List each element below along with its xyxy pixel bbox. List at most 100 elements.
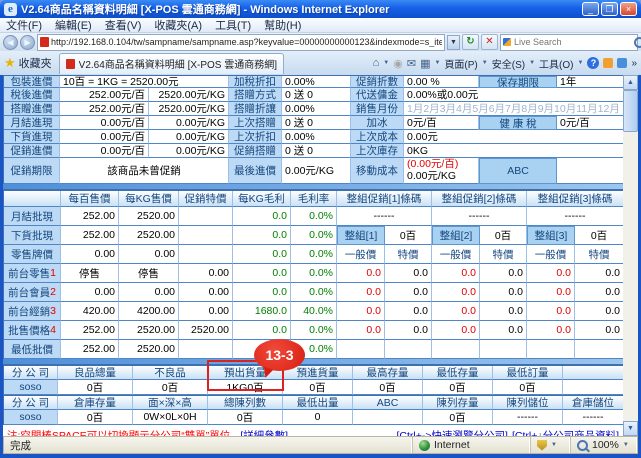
row-label: 稅後進價	[4, 88, 60, 102]
table-row: 月結批現 252.00 2520.00 0.0 0.0% ------ ------ ----…	[4, 207, 623, 226]
group-promo-1-button[interactable]: 整組[1]	[337, 226, 385, 245]
column-header: 促銷特價	[179, 191, 233, 207]
table-row: soso 0百 0百 1KG0百 0百 0百 0百 0百	[4, 380, 623, 395]
menu-tools[interactable]: 工具(T)	[215, 17, 251, 33]
address-dropdown-button[interactable]: ▼	[447, 34, 460, 50]
search-magnifier-icon[interactable]	[634, 36, 641, 48]
cell: 停售	[119, 264, 179, 283]
page-menu-caret[interactable]: ▼	[482, 60, 488, 66]
status-frame: 完成 Internet ▼ 100% ▼	[0, 436, 641, 454]
abc-button[interactable]: ABC	[479, 158, 557, 184]
mail-icon[interactable]: ✉	[407, 57, 416, 70]
scroll-thumb[interactable]	[623, 90, 638, 132]
address-input[interactable]	[51, 37, 442, 47]
menu-bar: 文件(F) 編輯(E) 查看(V) 收藏夾(A) 工具(T) 幫助(H)	[0, 18, 641, 33]
column-header: 最低訂量	[493, 366, 563, 380]
stop-button[interactable]: ✕	[481, 34, 498, 50]
cell: 0.0	[575, 283, 623, 302]
menu-favorites[interactable]: 收藏夾(A)	[154, 17, 202, 33]
zoom-control[interactable]: 100% ▼	[571, 437, 637, 453]
zoom-level: 100%	[592, 439, 619, 451]
page-menu-button[interactable]: 頁面(P)	[444, 56, 477, 71]
shortcut-link-branch-product[interactable]: [Ctrl+↓分公司商品資料]	[512, 428, 619, 436]
cell: 0.0	[527, 264, 575, 283]
cell: 0.0	[337, 321, 385, 340]
cell: 0.0	[233, 245, 291, 264]
toolbar-overflow-chevron[interactable]: »	[631, 58, 637, 69]
back-button[interactable]: ◀	[3, 34, 18, 50]
column-header: 面×深×高	[133, 396, 208, 410]
address-field[interactable]	[37, 33, 445, 51]
sub-header: 特價	[575, 245, 623, 264]
column-header: 陳列存量	[423, 396, 493, 410]
sub-header: 一般價	[337, 245, 385, 264]
shortcut-link-browse-branch[interactable]: [Ctrl+->快速瀏覽分公司]	[397, 428, 508, 436]
print-dropdown[interactable]: ▼	[434, 60, 440, 66]
row-label: 促銷搭贈	[229, 144, 282, 158]
cell: 2520.00	[119, 321, 179, 340]
cell: 40.0%	[291, 302, 337, 321]
sub-header: 特價	[385, 245, 432, 264]
branch-name: soso	[4, 410, 58, 425]
cell	[385, 340, 432, 359]
protected-mode-indicator[interactable]: ▼	[531, 437, 571, 453]
vertical-scrollbar[interactable]: ▲ ▼	[623, 75, 638, 436]
cell: 0 送 0	[282, 88, 351, 102]
cell: 4200.00	[119, 302, 179, 321]
onenote-icon[interactable]	[617, 58, 628, 68]
scroll-track[interactable]	[623, 132, 638, 421]
cell: 0.0	[480, 302, 527, 321]
menu-view[interactable]: 查看(V)	[105, 17, 142, 33]
help-icon[interactable]: ?	[587, 57, 600, 69]
forward-button[interactable]: ▶	[20, 34, 35, 50]
favorites-star-icon[interactable]: ★	[4, 54, 16, 72]
row-label: 促銷期限	[4, 158, 60, 184]
menu-edit[interactable]: 編輯(E)	[55, 17, 92, 33]
minimize-button[interactable]: _	[582, 2, 599, 16]
maximize-button[interactable]: ❐	[601, 2, 618, 16]
row-label: 上次庫存	[351, 144, 404, 158]
safety-menu-caret[interactable]: ▼	[529, 60, 535, 66]
scroll-up-button[interactable]: ▲	[623, 75, 638, 90]
cell: ------	[337, 207, 432, 226]
favorites-button[interactable]: 收藏夾	[19, 55, 52, 71]
table-row: 分 公 司良品總量 不良品 預出貨量 預進貨量 最高存量 最低存量 最低訂量	[4, 366, 623, 380]
cell: 0.00	[119, 283, 179, 302]
search-box[interactable]	[500, 33, 641, 51]
shelf-life-button[interactable]: 保存期限	[479, 76, 557, 88]
status-text: 完成	[4, 437, 413, 453]
safety-menu-button[interactable]: 安全(S)	[492, 56, 525, 71]
detail-params-link[interactable]: [詳細參數]	[240, 428, 288, 436]
menu-help[interactable]: 幫助(H)	[264, 17, 301, 33]
cell: 0百	[133, 380, 208, 395]
cell: 1680.0	[233, 302, 291, 321]
cell: 0.0	[527, 283, 575, 302]
cell: 0.00 %	[404, 76, 479, 88]
cell: 0百	[58, 410, 133, 425]
scroll-down-button[interactable]: ▼	[623, 421, 638, 436]
print-icon[interactable]: ▦	[420, 57, 430, 70]
group-promo-3-button[interactable]: 整組[3]	[527, 226, 575, 245]
feeds-icon[interactable]: ◉	[393, 57, 403, 70]
cell: 252.00元/百	[60, 88, 149, 102]
search-input[interactable]	[514, 37, 631, 47]
cell: 0.00元/KG	[149, 144, 229, 158]
cell	[557, 158, 623, 184]
close-button[interactable]: ×	[620, 2, 637, 16]
messenger-icon[interactable]	[603, 58, 614, 68]
cell: 0.0	[575, 321, 623, 340]
table-row: 下貨進現 0.00元/百 0.00元/KG 上次折扣 0.00% 上次成本 0.00元	[4, 130, 623, 144]
home-dropdown[interactable]: ▼	[383, 60, 389, 66]
tools-menu-button[interactable]: 工具(O)	[539, 56, 573, 71]
cell: 0.0%	[291, 226, 337, 245]
home-button[interactable]: ⌂	[373, 57, 380, 69]
menu-file[interactable]: 文件(F)	[6, 17, 42, 33]
group-promo-2-button[interactable]: 整組[2]	[432, 226, 480, 245]
refresh-button[interactable]: ↻	[462, 34, 479, 50]
tools-menu-caret[interactable]: ▼	[577, 60, 583, 66]
browser-tab[interactable]: V2.64商品名稱資料明細 [X-POS 雲通商務網]	[58, 52, 285, 74]
cell: 0.0	[527, 302, 575, 321]
row-label: 銷售月份	[351, 102, 404, 116]
health-tax-button[interactable]: 健 康 稅	[479, 116, 557, 130]
cell: 0 送 0	[282, 116, 351, 130]
